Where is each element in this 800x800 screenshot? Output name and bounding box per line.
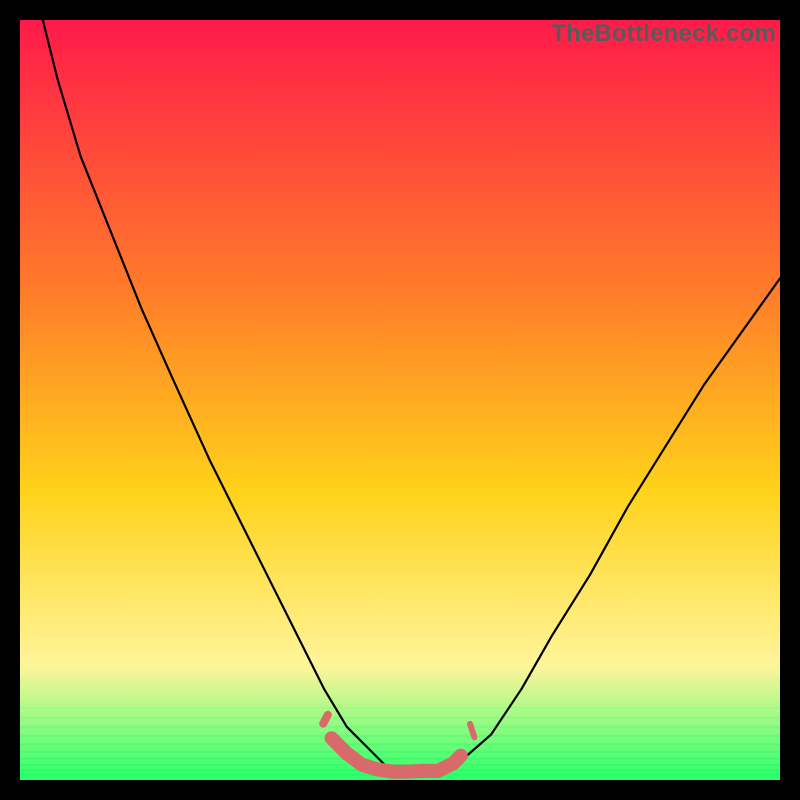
chart-canvas (20, 20, 780, 780)
watermark-text: TheBottleneck.com (551, 20, 776, 48)
chart-frame: TheBottleneck.com (20, 20, 780, 780)
gradient-background (20, 20, 780, 780)
highlight-segment (453, 756, 461, 764)
